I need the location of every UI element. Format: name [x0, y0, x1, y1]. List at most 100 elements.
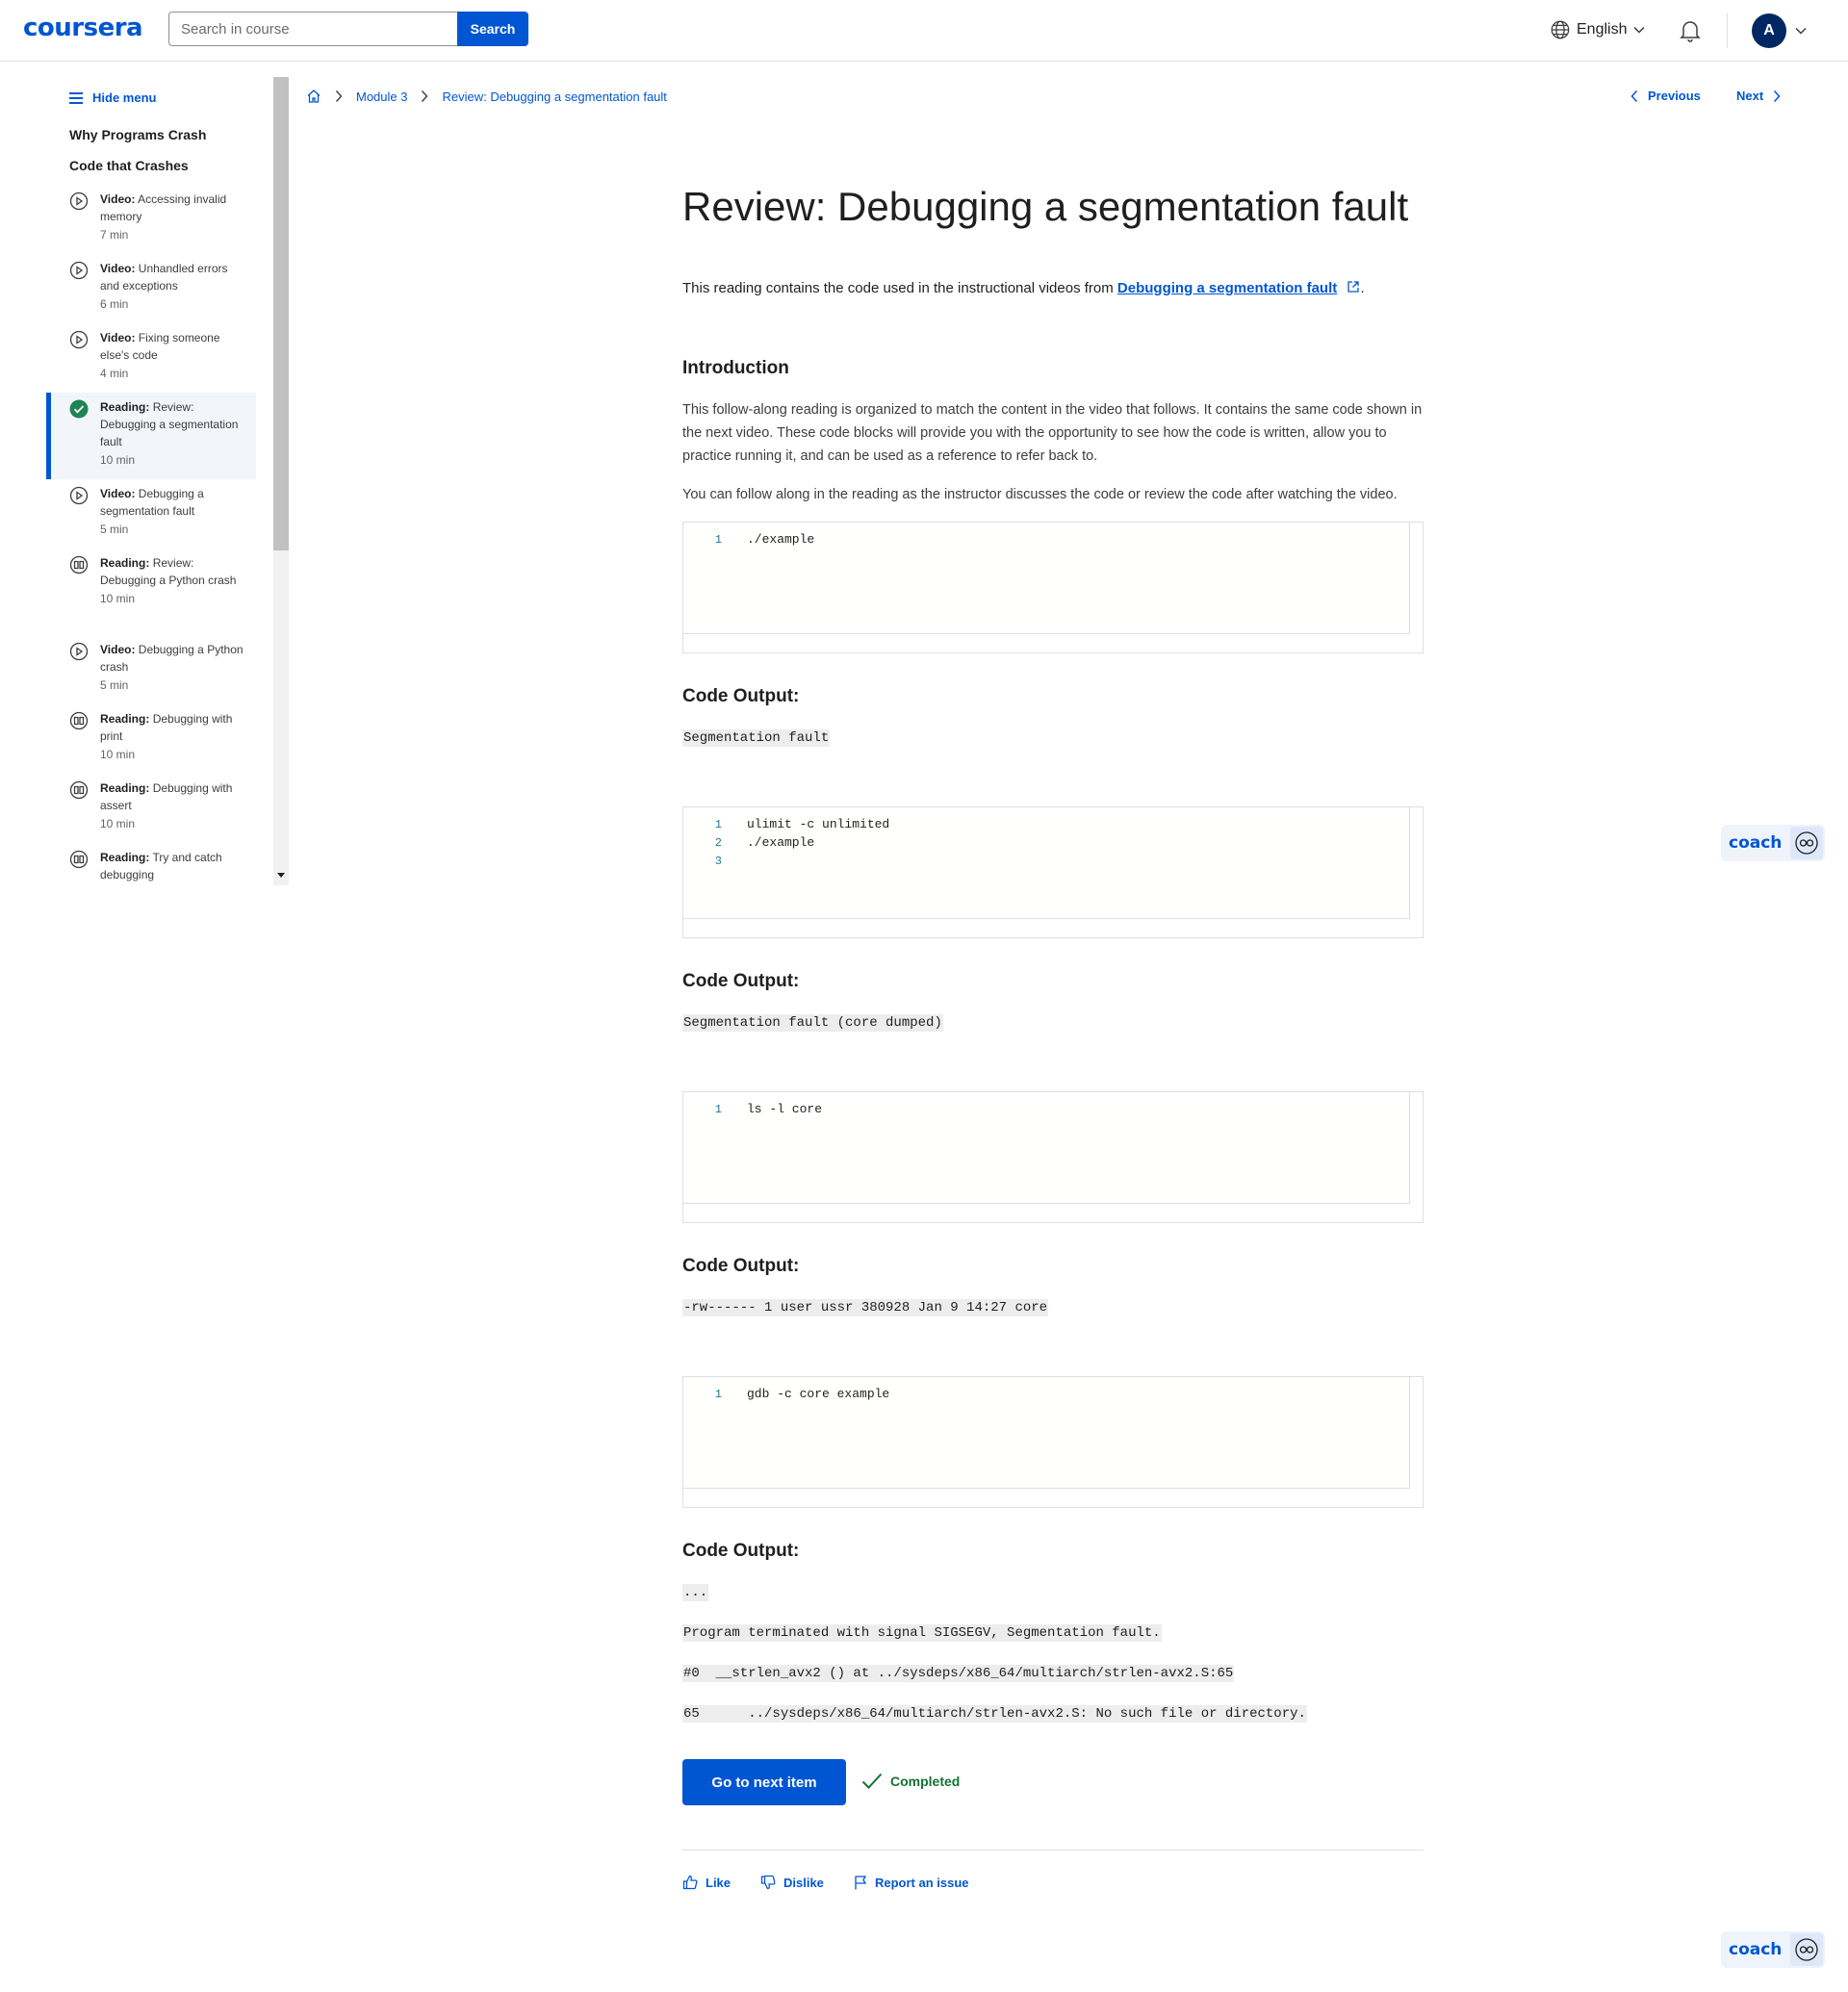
- book-icon: [69, 555, 90, 629]
- report-issue-button[interactable]: Report an issue: [854, 1875, 969, 1890]
- hide-menu-label: Hide menu: [92, 90, 157, 105]
- report-label: Report an issue: [875, 1875, 969, 1890]
- sidebar-item[interactable]: Reading: Review: Debugging a Python cras…: [46, 549, 256, 635]
- item-duration: 7 min: [100, 228, 129, 242]
- completed-status: Completed: [861, 1773, 960, 1790]
- account-menu[interactable]: A: [1752, 13, 1808, 48]
- previous-button[interactable]: Previous: [1630, 89, 1701, 103]
- code-editor[interactable]: 1 gdb -c core example: [682, 1376, 1424, 1508]
- language-selector[interactable]: English: [1550, 19, 1646, 40]
- code-line: 1 gdb -c core example: [714, 1387, 890, 1401]
- intro-link[interactable]: Debugging a segmentation fault: [1117, 280, 1337, 296]
- code-output-line: Program terminated with signal SIGSEGV, …: [682, 1624, 1162, 1642]
- code-output-heading: Code Output:: [682, 686, 800, 706]
- chevron-left-icon: [1630, 89, 1638, 102]
- play-circle-icon: [69, 642, 90, 699]
- sidebar-item[interactable]: Video: Debugging a Python crash 5 min: [46, 635, 256, 704]
- notifications-button[interactable]: [1679, 18, 1702, 48]
- code-line: 1 ulimit -c unlimited: [714, 817, 890, 831]
- page-title: Review: Debugging a segmentation fault: [682, 184, 1409, 229]
- item-type: Video:: [100, 331, 136, 345]
- code-area[interactable]: 1 ulimit -c unlimited 2 ./example 3: [683, 807, 1410, 919]
- sidebar-item[interactable]: Video: Debugging a segmentation fault 5 m…: [46, 479, 256, 549]
- avatar: A: [1752, 13, 1786, 48]
- breadcrumb-current[interactable]: Review: Debugging a segmentation fault: [442, 89, 666, 104]
- sidebar-item[interactable]: Video: Accessing invalid memory 7 min: [46, 185, 256, 254]
- code-output-heading: Code Output:: [682, 971, 800, 991]
- code-output-line: Segmentation fault (core dumped): [682, 1014, 943, 1032]
- course-sidebar: Hide menu Why Programs Crash Code that C…: [46, 62, 289, 884]
- sidebar-item[interactable]: Reading: Debugging with assert 10 min: [46, 774, 256, 843]
- code-line: 1 ls -l core: [714, 1102, 823, 1116]
- book-icon: [69, 780, 90, 837]
- sidebar-item[interactable]: Reading: Debugging with print 10 min: [46, 704, 256, 774]
- book-icon: [69, 850, 90, 884]
- coursera-logo[interactable]: coursera: [23, 13, 143, 42]
- coach-label: coach: [1729, 833, 1783, 853]
- introduction-heading: Introduction: [682, 358, 789, 378]
- code-editor[interactable]: 1 ulimit -c unlimited 2 ./example 3: [682, 806, 1424, 938]
- item-duration: 10 min: [100, 748, 136, 761]
- item-duration: 6 min: [100, 297, 129, 311]
- bell-icon: [1680, 21, 1701, 42]
- header-divider: [1727, 13, 1728, 48]
- coach-icon: [1790, 1933, 1823, 1966]
- menu-icon: [69, 91, 83, 104]
- dislike-button[interactable]: Dislike: [760, 1875, 824, 1890]
- sidebar-item[interactable]: Video: Fixing someone else's code 4 min: [46, 323, 256, 393]
- home-icon[interactable]: [306, 89, 321, 104]
- section-title: Code that Crashes: [69, 158, 189, 173]
- search-button[interactable]: Search: [457, 12, 528, 46]
- sidebar-item[interactable]: Reading: Try and catch debugging: [46, 843, 256, 884]
- item-type: Reading:: [100, 851, 150, 864]
- code-area[interactable]: 1 ./example: [683, 523, 1410, 634]
- coach-button[interactable]: coach: [1721, 1931, 1825, 1968]
- code-output-heading: Code Output:: [682, 1541, 800, 1561]
- code-editor[interactable]: 1 ./example: [682, 522, 1424, 653]
- reading-content: Review: Debugging a segmentation fault T…: [682, 179, 1424, 1890]
- like-label: Like: [706, 1875, 732, 1890]
- item-duration: 10 min: [100, 817, 136, 830]
- like-button[interactable]: Like: [682, 1875, 731, 1890]
- code-output-line: 65 ../sysdeps/x86_64/multiarch/strlen-av…: [682, 1705, 1307, 1723]
- paragraph-2: You can follow along in the reading as t…: [682, 487, 1398, 502]
- code-output-heading: Code Output:: [682, 1256, 800, 1276]
- coach-button[interactable]: coach: [1721, 825, 1825, 861]
- book-icon: [69, 711, 90, 768]
- globe-icon: [1551, 20, 1570, 39]
- intro-suffix: .: [1360, 280, 1365, 296]
- coach-icon: [1790, 827, 1823, 859]
- play-circle-icon: [69, 330, 90, 387]
- chevron-right-icon: [335, 90, 343, 102]
- item-type: Reading:: [100, 781, 150, 795]
- scroll-down-arrow[interactable]: [273, 868, 289, 883]
- search-input[interactable]: [168, 12, 457, 46]
- code-line: 2 ./example: [714, 835, 815, 850]
- hide-menu-button[interactable]: Hide menu: [69, 90, 156, 105]
- sidebar-item[interactable]: Video: Unhandled errors and exceptions 6 …: [46, 254, 256, 323]
- play-circle-icon: [69, 261, 90, 318]
- course-title: Why Programs Crash: [69, 127, 207, 142]
- code-output-line: ...: [682, 1584, 709, 1601]
- paragraph-1: This follow-along reading is organized t…: [682, 402, 1423, 464]
- code-area[interactable]: 1 ls -l core: [683, 1092, 1410, 1204]
- item-duration: 4 min: [100, 367, 129, 380]
- item-duration: 10 min: [100, 592, 136, 605]
- thumbs-down-icon: [760, 1875, 776, 1890]
- dislike-label: Dislike: [783, 1875, 824, 1890]
- external-link-icon[interactable]: [1347, 280, 1360, 294]
- sidebar-item-list: Video: Accessing invalid memory 7 min Vid…: [46, 185, 256, 884]
- sidebar-scrollbar-thumb[interactable]: [273, 77, 289, 550]
- item-type: Video:: [100, 487, 136, 500]
- breadcrumb-module[interactable]: Module 3: [356, 89, 407, 104]
- item-duration: 10 min: [100, 453, 136, 467]
- code-output-line: #0 __strlen_avx2 () at ../sysdeps/x86_64…: [682, 1665, 1235, 1682]
- checkmark-icon: [861, 1773, 883, 1789]
- code-area[interactable]: 1 gdb -c core example: [683, 1377, 1410, 1489]
- go-to-next-item-button[interactable]: Go to next item: [682, 1759, 846, 1805]
- next-label: Next: [1736, 89, 1764, 103]
- code-editor[interactable]: 1 ls -l core: [682, 1091, 1424, 1223]
- intro-text: This reading contains the code used in t…: [682, 280, 1117, 296]
- next-button[interactable]: Next: [1736, 89, 1781, 103]
- sidebar-item-active[interactable]: Reading: Review: Debugging a segmentatio…: [46, 393, 256, 479]
